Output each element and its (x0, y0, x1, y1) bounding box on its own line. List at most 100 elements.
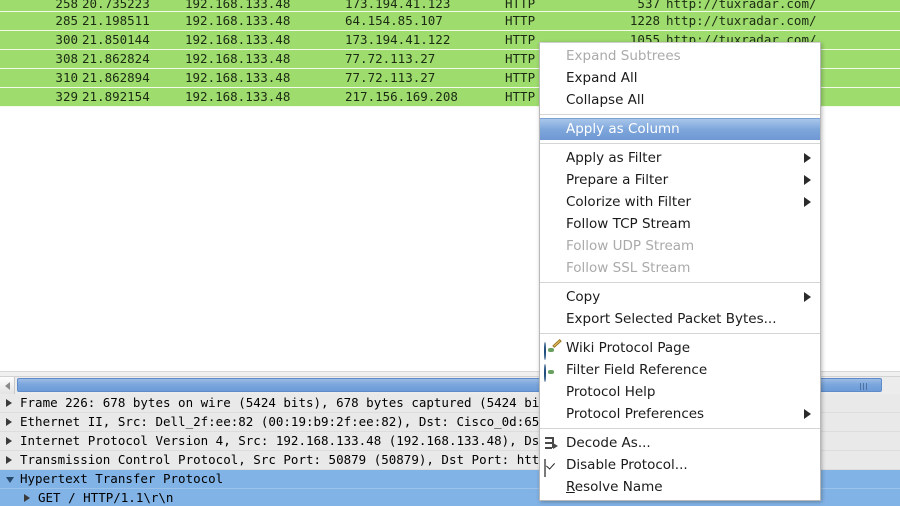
menu-item-label: Expand Subtrees (566, 48, 681, 64)
chevron-right-icon (804, 292, 811, 302)
menu-item-expand-subtrees: Expand Subtrees (540, 45, 820, 67)
menu-item-label: Apply as Filter (566, 150, 662, 166)
detail-row-label: Ethernet II, Src: Dell_2f:ee:82 (00:19:b… (20, 414, 540, 429)
table-row[interactable]: 258 20.735223 192.168.133.48 173.194.41.… (0, 0, 900, 12)
packet-time: 21.198511 (82, 13, 150, 28)
menu-item-label: Prepare a Filter (566, 172, 669, 188)
menu-item-label: Apply as Column (566, 121, 680, 137)
menu-item-wiki-protocol-page[interactable]: Wiki Protocol Page (540, 337, 820, 360)
packet-length: 1228 (629, 13, 660, 28)
menu-item-label: Expand All (566, 70, 638, 86)
packet-destination: 77.72.113.27 (345, 51, 436, 66)
menu-item-label: Follow UDP Stream (566, 238, 695, 254)
packet-source: 192.168.133.48 (185, 89, 291, 104)
packet-protocol: HTTP (505, 13, 536, 28)
menu-separator (540, 143, 820, 144)
packet-no: 310 (55, 70, 78, 85)
menu-item-filter-field-reference[interactable]: Filter Field Reference (540, 359, 820, 382)
detail-row-label: Hypertext Transfer Protocol (20, 471, 224, 486)
menu-item-label: Collapse All (566, 92, 645, 108)
menu-item-label: Export Selected Packet Bytes... (566, 311, 777, 327)
decode-icon (544, 435, 560, 451)
menu-item-label: Filter Field Reference (566, 362, 708, 378)
packet-source: 192.168.133.48 (185, 32, 291, 47)
packet-length: 537 (637, 0, 660, 11)
chevron-right-icon (804, 197, 811, 207)
packet-time: 21.862824 (82, 51, 150, 66)
packet-protocol: HTTP (505, 70, 536, 85)
scrollbar-grip-icon (860, 383, 869, 390)
packet-source: 192.168.133.48 (185, 0, 291, 11)
menu-item-label: Disable Protocol... (566, 457, 688, 473)
packet-destination: 173.194.41.123 (345, 0, 451, 11)
chevron-left-icon (5, 382, 10, 390)
menu-item-label: Colorize with Filter (566, 194, 692, 210)
packet-source: 192.168.133.48 (185, 13, 291, 28)
menu-separator (540, 428, 820, 429)
menu-item-disable-protocol[interactable]: Disable Protocol... (540, 454, 820, 477)
menu-item-protocol-preferences[interactable]: Protocol Preferences (540, 403, 820, 425)
packet-destination: 217.156.169.208 (345, 89, 458, 104)
menu-item-mnemonic: R (566, 479, 575, 495)
packet-protocol: HTTP (505, 51, 536, 66)
packet-time: 21.862894 (82, 70, 150, 85)
collapse-arrow-icon[interactable] (6, 477, 14, 483)
packet-time: 21.850144 (82, 32, 150, 47)
menu-item-label: Wiki Protocol Page (566, 340, 691, 356)
menu-item-label: Resolve Name (566, 479, 663, 495)
expand-arrow-icon[interactable] (6, 418, 12, 426)
chevron-right-icon (804, 409, 811, 419)
menu-item-label: Copy (566, 289, 601, 305)
menu-item-resolve-name[interactable]: Resolve Name (540, 476, 820, 498)
detail-row-label: GET / HTTP/1.1\r\n (38, 490, 174, 505)
packet-source: 192.168.133.48 (185, 70, 291, 85)
packet-no: 300 (55, 32, 78, 47)
packet-time: 20.735223 (82, 0, 150, 11)
menu-item-follow-udp-stream: Follow UDP Stream (540, 235, 820, 257)
table-row[interactable]: 285 21.198511 192.168.133.48 64.154.85.1… (0, 12, 900, 31)
packet-no: 258 (55, 0, 78, 11)
expand-arrow-icon[interactable] (24, 494, 30, 502)
menu-item-label: Decode As... (566, 435, 651, 451)
packet-info: http://tuxradar.com/ (666, 13, 817, 28)
expand-arrow-icon[interactable] (6, 437, 12, 445)
packet-no: 329 (55, 89, 78, 104)
detail-row-label: Frame 226: 678 bytes on wire (5424 bits)… (20, 395, 540, 410)
menu-item-expand-all[interactable]: Expand All (540, 67, 820, 89)
packet-protocol: HTTP (505, 89, 536, 104)
menu-item-label-rest: esolve Name (574, 479, 663, 495)
menu-item-copy[interactable]: Copy (540, 286, 820, 308)
menu-item-follow-tcp-stream[interactable]: Follow TCP Stream (540, 213, 820, 235)
expand-arrow-icon[interactable] (6, 456, 12, 464)
detail-row-label: Transmission Control Protocol, Src Port:… (20, 452, 540, 467)
menu-item-label: Protocol Preferences (566, 406, 705, 422)
packet-protocol: HTTP (505, 32, 536, 47)
menu-item-decode-as[interactable]: Decode As... (540, 432, 820, 454)
menu-item-apply-as-filter[interactable]: Apply as Filter (540, 147, 820, 169)
chevron-right-icon (804, 175, 811, 185)
context-menu[interactable]: Expand Subtrees Expand All Collapse All … (539, 42, 821, 501)
checkbox-checked-icon[interactable] (544, 457, 560, 477)
menu-item-label: Follow TCP Stream (566, 216, 691, 232)
menu-item-follow-ssl-stream: Follow SSL Stream (540, 257, 820, 279)
packet-destination: 77.72.113.27 (345, 70, 436, 85)
scroll-left-button[interactable] (0, 377, 15, 394)
wiki-globe-icon (544, 339, 562, 360)
menu-item-export-selected-packet-bytes[interactable]: Export Selected Packet Bytes... (540, 308, 820, 330)
menu-item-prepare-a-filter[interactable]: Prepare a Filter (540, 169, 820, 191)
menu-item-apply-as-column[interactable]: Apply as Column (540, 118, 820, 140)
chevron-right-icon (804, 153, 811, 163)
menu-separator (540, 282, 820, 283)
packet-info: http://tuxradar.com/ (666, 0, 817, 11)
expand-arrow-icon[interactable] (6, 399, 12, 407)
packet-protocol: HTTP (505, 0, 536, 11)
menu-item-label: Follow SSL Stream (566, 260, 691, 276)
packet-time: 21.892154 (82, 89, 150, 104)
menu-item-collapse-all[interactable]: Collapse All (540, 89, 820, 111)
menu-item-colorize-with-filter[interactable]: Colorize with Filter (540, 191, 820, 213)
menu-separator (540, 114, 820, 115)
packet-no: 308 (55, 51, 78, 66)
menu-item-label: Protocol Help (566, 384, 656, 400)
packet-destination: 64.154.85.107 (345, 13, 443, 28)
menu-item-protocol-help[interactable]: Protocol Help (540, 381, 820, 403)
